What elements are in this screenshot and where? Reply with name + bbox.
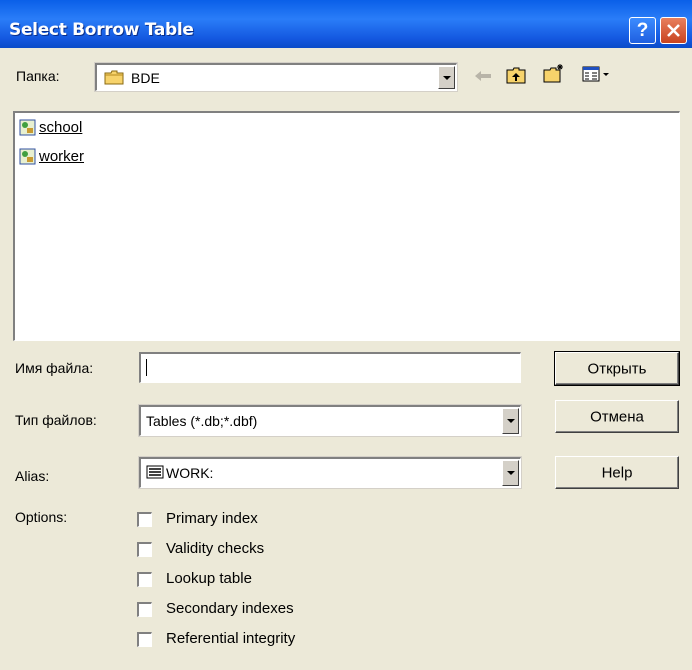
folder-label: Папка: xyxy=(16,68,60,84)
option-label: Referential integrity xyxy=(166,630,296,647)
database-alias-icon xyxy=(146,465,164,479)
view-menu-icon[interactable] xyxy=(582,65,610,83)
open-button-label: Открыть xyxy=(587,360,647,377)
filetype-value: Tables (*.db;*.dbf) xyxy=(146,413,258,429)
alias-dropdown-button[interactable] xyxy=(502,460,519,486)
alias-label: Alias: xyxy=(15,468,50,484)
select-borrow-table-dialog: Select Borrow Table ? Папка: BDE school … xyxy=(0,0,692,670)
options-label: Options: xyxy=(15,509,68,525)
file-list[interactable]: school worker xyxy=(13,111,680,341)
window-title: Select Borrow Table xyxy=(9,20,194,40)
new-folder-icon[interactable] xyxy=(543,63,565,83)
close-button[interactable] xyxy=(660,17,687,44)
help-icon: ? xyxy=(636,20,649,41)
folder-icon xyxy=(104,70,124,85)
open-button[interactable]: Открыть xyxy=(554,351,680,386)
folder-value: BDE xyxy=(131,69,160,86)
checkbox[interactable] xyxy=(137,602,152,617)
help-title-button[interactable]: ? xyxy=(629,17,656,44)
checkbox[interactable] xyxy=(137,512,152,527)
help-button-label: Help xyxy=(601,464,633,481)
option-label: Lookup table xyxy=(166,570,252,587)
table-file-icon xyxy=(19,148,36,165)
filename-label: Имя файла: xyxy=(15,360,94,376)
checkbox[interactable] xyxy=(137,542,152,557)
folder-dropdown-button[interactable] xyxy=(438,66,455,89)
alias-value: WORK: xyxy=(166,465,214,481)
back-arrow-icon[interactable] xyxy=(474,69,492,83)
help-button[interactable]: Help xyxy=(555,456,679,489)
title-bar[interactable]: Select Borrow Table ? xyxy=(0,0,692,48)
option-label: Validity checks xyxy=(166,540,265,557)
option-label: Secondary indexes xyxy=(166,600,294,617)
filetype-label: Тип файлов: xyxy=(15,412,97,428)
table-file-icon xyxy=(19,119,36,136)
cancel-button-label: Отмена xyxy=(590,408,644,425)
alias-select[interactable]: WORK: xyxy=(138,456,522,489)
text-caret xyxy=(146,359,147,376)
option-label: Primary index xyxy=(166,510,258,527)
cancel-button[interactable]: Отмена xyxy=(555,400,679,433)
filename-input[interactable] xyxy=(139,352,521,383)
close-icon xyxy=(667,24,680,37)
checkbox[interactable] xyxy=(137,632,152,647)
file-name: worker xyxy=(39,148,85,165)
up-folder-icon[interactable] xyxy=(506,66,526,84)
folder-select[interactable]: BDE xyxy=(94,62,458,92)
file-name: school xyxy=(39,119,83,136)
filetype-select[interactable]: Tables (*.db;*.dbf) xyxy=(138,404,522,437)
filetype-dropdown-button[interactable] xyxy=(502,408,519,434)
checkbox[interactable] xyxy=(137,572,152,587)
